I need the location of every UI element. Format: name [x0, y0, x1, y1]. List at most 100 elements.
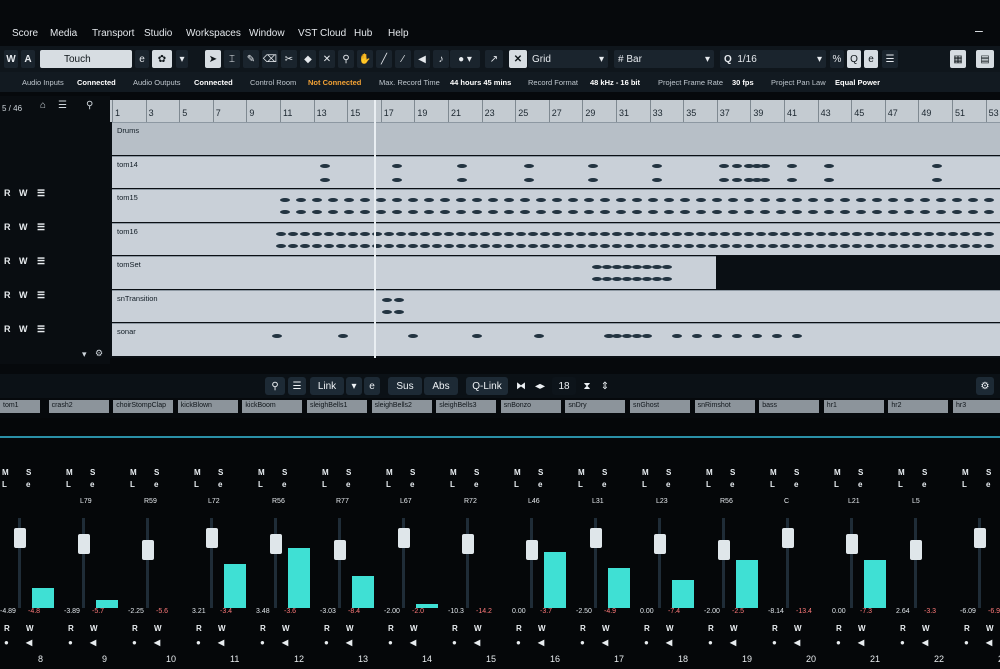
channel-name[interactable]: hr1 — [823, 400, 884, 413]
volume-readout[interactable]: 3.21 — [192, 608, 206, 615]
speaker-icon[interactable]: ◀ — [90, 638, 96, 647]
volume-fader[interactable] — [654, 534, 666, 554]
mute-button[interactable]: M — [194, 468, 201, 477]
volume-readout[interactable]: 3.48 — [256, 608, 270, 615]
volume-readout[interactable]: 0.00 — [512, 608, 526, 615]
grid-select[interactable]: # Bar ▾ — [614, 50, 714, 68]
volume-readout[interactable]: -3.89 — [64, 608, 80, 615]
channel-name[interactable]: snBonzo — [500, 400, 561, 413]
edit-e-icon[interactable]: e — [135, 50, 149, 68]
pan-value[interactable]: C — [784, 498, 789, 505]
snap-grid-icon[interactable]: ✕ — [509, 50, 527, 68]
edit-e-icon[interactable]: e — [364, 377, 380, 395]
mute-button[interactable]: M — [2, 468, 9, 477]
speaker-icon[interactable]: ◀ — [730, 638, 736, 647]
menu-transport[interactable]: Transport — [92, 28, 134, 39]
solo-button[interactable]: S — [602, 468, 607, 477]
menu-media[interactable]: Media — [50, 28, 77, 39]
write-automation-button[interactable]: W — [282, 624, 290, 633]
swing-icon[interactable]: % — [830, 50, 844, 68]
read-automation-button[interactable]: R — [4, 188, 11, 198]
channel-name[interactable]: hr3 — [953, 400, 1000, 413]
speaker-icon[interactable]: ◀ — [26, 638, 32, 647]
sus-button[interactable]: Sus — [388, 377, 422, 395]
pan-value[interactable]: R56 — [720, 498, 733, 505]
write-automation-button[interactable]: W — [730, 624, 738, 633]
volume-readout[interactable]: -2.00 — [704, 608, 720, 615]
channel-name[interactable]: kickBoom — [242, 400, 303, 413]
track-lane[interactable]: tom14 — [112, 155, 1000, 188]
solo-button[interactable]: S — [538, 468, 543, 477]
read-automation-button[interactable]: R — [4, 290, 11, 300]
read-automation-button[interactable]: R — [4, 256, 11, 266]
updown-icon[interactable]: ⇕ — [598, 377, 612, 395]
volume-readout[interactable]: -8.14 — [768, 608, 784, 615]
keyboard-icon[interactable]: ▦ — [950, 50, 966, 68]
solo-button[interactable]: S — [986, 468, 991, 477]
speaker-icon[interactable]: ◀ — [538, 638, 544, 647]
speaker-icon[interactable]: ◀ — [346, 638, 352, 647]
fader-track[interactable] — [850, 518, 853, 608]
monitor-icon[interactable]: ● — [964, 638, 969, 647]
monitor-icon[interactable]: ● — [4, 638, 9, 647]
write-automation-button[interactable]: W — [922, 624, 930, 633]
speaker-icon[interactable]: ◀ — [474, 638, 480, 647]
volume-readout[interactable]: -2.50 — [576, 608, 592, 615]
listen-button[interactable]: L — [194, 480, 199, 489]
read-automation-button[interactable]: R — [4, 324, 11, 334]
read-automation-button[interactable]: R — [4, 222, 11, 232]
list-icon[interactable]: ☰ — [58, 100, 67, 111]
monitor-icon[interactable]: ● — [644, 638, 649, 647]
edit-channel-button[interactable]: e — [986, 480, 990, 489]
read-automation-button[interactable]: R — [900, 624, 906, 633]
arrange-area[interactable]: Drums tom14 tom15 tom16 tomSet snTransition so… — [110, 122, 1000, 358]
comp-tool-icon[interactable]: ✋ — [357, 50, 373, 68]
mute-tool-icon[interactable]: ✕ — [319, 50, 335, 68]
automation-mode-select[interactable]: Touch — [40, 50, 132, 68]
solo-button[interactable]: S — [922, 468, 927, 477]
mute-button[interactable]: M — [386, 468, 393, 477]
edit-channel-button[interactable]: e — [282, 480, 286, 489]
speaker-icon[interactable]: ◀ — [218, 638, 224, 647]
track-lane[interactable]: sonar — [112, 323, 1000, 356]
solo-button[interactable]: S — [794, 468, 799, 477]
write-automation-button[interactable]: W — [90, 624, 98, 633]
volume-fader[interactable] — [526, 540, 538, 560]
mute-button[interactable]: M — [642, 468, 649, 477]
eraser-tool-icon[interactable]: ⌫ — [262, 50, 278, 68]
channel-name[interactable]: snDry — [565, 400, 626, 413]
track-lane[interactable]: tom15 — [112, 189, 1000, 222]
track-lane[interactable]: tomSet — [112, 256, 716, 289]
search-icon[interactable]: ⚲ — [86, 100, 93, 111]
gear-icon[interactable]: ⚙ — [976, 377, 994, 395]
solo-button[interactable]: S — [218, 468, 223, 477]
edit-channel-button[interactable]: e — [858, 480, 862, 489]
q-link-button[interactable]: Q-Link — [466, 377, 508, 395]
volume-readout[interactable]: -6.09 — [960, 608, 976, 615]
track-settings-icon[interactable]: ☰ — [37, 222, 45, 233]
write-automation-button[interactable]: W — [19, 188, 28, 198]
fader-track[interactable] — [82, 518, 85, 608]
edit-channel-button[interactable]: e — [922, 480, 926, 489]
edit-channel-button[interactable]: e — [538, 480, 542, 489]
pan-value[interactable]: L5 — [912, 498, 920, 505]
autoscroll-icon[interactable]: ↗ — [485, 50, 503, 68]
volume-readout[interactable]: 2.64 — [896, 608, 910, 615]
pan-value[interactable]: R59 — [144, 498, 157, 505]
listen-button[interactable]: L — [130, 480, 135, 489]
snap-icon[interactable]: ✿ — [152, 50, 172, 68]
channel-name[interactable]: crash2 — [48, 400, 109, 413]
write-automation-button[interactable]: W — [26, 624, 34, 633]
solo-button[interactable]: S — [858, 468, 863, 477]
fader-track[interactable] — [722, 518, 725, 608]
list-icon[interactable]: ☰ — [288, 377, 306, 395]
volume-readout[interactable]: -2.25 — [128, 608, 144, 615]
volume-fader[interactable] — [78, 534, 90, 554]
write-automation-button[interactable]: W — [19, 324, 28, 334]
edit-channel-button[interactable]: e — [154, 480, 158, 489]
fader-track[interactable] — [658, 518, 661, 608]
volume-fader[interactable] — [846, 534, 858, 554]
minimize-icon[interactable]: – — [975, 22, 983, 38]
volume-fader[interactable] — [462, 534, 474, 554]
menu-hub[interactable]: Hub — [354, 28, 372, 39]
